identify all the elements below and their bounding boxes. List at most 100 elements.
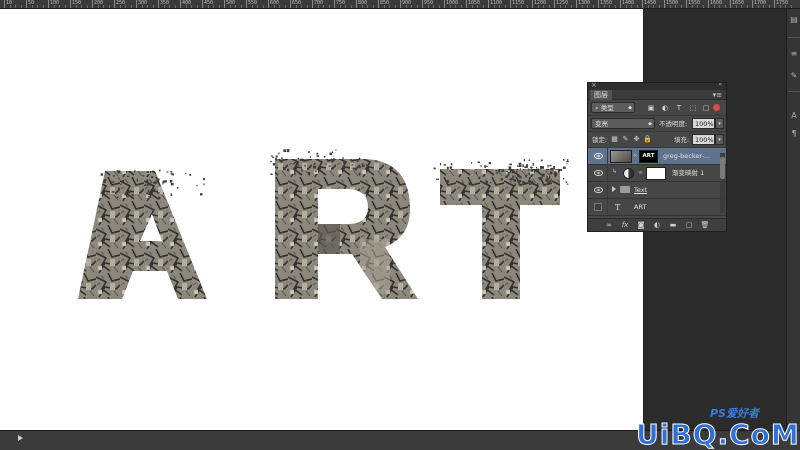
- layers-scrollbar[interactable]: [720, 153, 725, 213]
- filter-toggle[interactable]: [713, 104, 720, 111]
- branch-fragment: [121, 180, 125, 183]
- layer-row-art-text[interactable]: T ART: [588, 199, 726, 216]
- close-icon[interactable]: ×: [591, 81, 597, 89]
- fill-label: 填充:: [674, 136, 690, 144]
- branch-fragment: [153, 181, 156, 184]
- status-expand-icon[interactable]: [18, 435, 23, 441]
- ruler-tick: [356, 0, 357, 8]
- brush-icon[interactable]: ✎: [789, 71, 799, 81]
- eye-icon[interactable]: [594, 186, 603, 194]
- collapse-icon[interactable]: «: [718, 81, 722, 88]
- layer-divider: [607, 148, 608, 165]
- ruler-minor-tick: [631, 5, 632, 8]
- layer-name[interactable]: ART: [634, 201, 646, 214]
- image-filter-icon[interactable]: ▣: [646, 103, 656, 113]
- adjustment-filter-icon[interactable]: ◐: [660, 103, 670, 113]
- branch-fragment: [567, 159, 569, 162]
- type-filter-icon[interactable]: T: [674, 103, 684, 113]
- opacity-input[interactable]: 100%: [692, 118, 715, 129]
- branch-fragment: [283, 167, 286, 170]
- link-icon[interactable]: ∞: [633, 152, 638, 159]
- add-mask-icon[interactable]: ◙: [636, 221, 646, 230]
- expand-group-icon[interactable]: [612, 186, 616, 192]
- tab-layers[interactable]: 图层: [590, 90, 612, 100]
- smart-object-filter-icon[interactable]: ▢: [701, 103, 711, 113]
- branch-fragment: [517, 179, 519, 181]
- ruler-label: 1650: [732, 0, 745, 6]
- new-adjustment-icon[interactable]: ◐: [652, 221, 662, 230]
- trash-icon[interactable]: 🗑: [700, 221, 710, 230]
- shape-filter-icon[interactable]: ⬚: [688, 103, 698, 113]
- fill-slider-toggle[interactable]: ▾: [715, 134, 724, 145]
- layer-name[interactable]: 渐变映射 1: [672, 167, 704, 180]
- paragraph-icon[interactable]: ¶: [789, 129, 799, 139]
- new-layer-icon[interactable]: ▢: [684, 221, 694, 230]
- workspace[interactable]: [0, 9, 644, 430]
- branch-fragment: [315, 170, 317, 172]
- ruler-minor-tick: [108, 5, 110, 8]
- ruler-label: 500: [226, 0, 236, 6]
- panel-menu-icon[interactable]: ▾≡: [713, 90, 722, 100]
- ruler-minor-tick: [493, 5, 495, 8]
- properties-icon[interactable]: ≡: [789, 49, 799, 59]
- new-group-icon[interactable]: ▬: [668, 221, 678, 230]
- layer-mask-thumbnail[interactable]: [646, 167, 666, 180]
- layer-name[interactable]: greg-becker-...: [663, 150, 710, 163]
- ruler-label: 1100: [490, 0, 503, 6]
- branch-fragment: [524, 182, 527, 185]
- fill-input[interactable]: 100%: [692, 134, 715, 145]
- ruler-tick: [92, 0, 93, 8]
- branch-fragment: [516, 168, 519, 171]
- ruler-minor-tick: [394, 5, 396, 8]
- ruler-minor-tick: [757, 5, 759, 8]
- ruler-minor-tick: [125, 5, 126, 8]
- branch-fragment: [148, 184, 151, 186]
- layer-row-text-group[interactable]: Text: [588, 182, 726, 199]
- branch-fragment: [350, 159, 352, 161]
- layer-name[interactable]: Text: [634, 184, 647, 197]
- document-canvas[interactable]: [0, 9, 643, 430]
- collapsed-panel-strip[interactable]: ▤ ≡ ✎ A ¶: [786, 9, 800, 430]
- layer-mask-thumbnail[interactable]: ART: [639, 150, 658, 163]
- layer-row-gradient-map[interactable]: ↳ ∞ 渐变映射 1: [588, 165, 726, 182]
- blend-mode-select[interactable]: 变亮 ◆: [591, 118, 655, 129]
- branch-fragment: [464, 171, 466, 173]
- eye-icon[interactable]: [594, 152, 603, 160]
- history-icon[interactable]: ▤: [789, 15, 799, 25]
- eye-icon[interactable]: [594, 169, 603, 177]
- branch-fragment: [505, 170, 508, 172]
- lock-transparent-icon[interactable]: ▦: [610, 135, 619, 144]
- opacity-label: 不透明度:: [659, 120, 688, 128]
- lock-position-icon[interactable]: ✥: [632, 135, 641, 144]
- ruler-minor-tick: [477, 5, 478, 8]
- search-icon: ⌕: [595, 104, 599, 112]
- layer-thumbnail[interactable]: [610, 150, 632, 163]
- gradient-map-adjustment-icon[interactable]: [623, 168, 634, 179]
- ruler-minor-tick: [669, 5, 671, 8]
- branch-fragment: [300, 158, 303, 162]
- ruler-minor-tick: [785, 5, 786, 8]
- ruler-minor-tick: [174, 5, 176, 8]
- branch-fragment: [546, 168, 549, 171]
- branch-fragment: [566, 163, 568, 165]
- branch-fragment: [301, 169, 304, 172]
- filter-kind-select[interactable]: ⌕ 类型 ◆: [591, 102, 635, 113]
- lock-image-icon[interactable]: ✎: [621, 135, 630, 144]
- layer-row-greg-becker[interactable]: ∞ ART greg-becker-...: [588, 148, 726, 165]
- link-icon[interactable]: ∞: [638, 169, 643, 176]
- ruler-label: 1500: [666, 0, 679, 6]
- scrollbar-thumb[interactable]: [720, 157, 725, 179]
- opacity-slider-toggle[interactable]: ▾: [715, 118, 724, 129]
- link-layers-icon[interactable]: ∞: [604, 221, 614, 230]
- branch-fragment: [189, 174, 191, 176]
- branch-fragment: [547, 181, 551, 185]
- branch-fragment: [295, 160, 297, 163]
- lock-all-icon[interactable]: 🔒: [643, 135, 652, 144]
- panel-title-bar[interactable]: × «: [588, 81, 726, 90]
- layers-panel[interactable]: × « 图层 ▾≡ ⌕ 类型 ◆ ▣ ◐ T ⬚ ▢ 变亮 ◆ 不透明度: 10…: [587, 81, 727, 232]
- branch-fragment: [519, 168, 521, 171]
- fx-icon[interactable]: fx: [620, 221, 630, 230]
- character-icon[interactable]: A: [789, 111, 799, 121]
- visibility-toggle[interactable]: [594, 203, 602, 211]
- ruler-label: 350: [160, 0, 170, 6]
